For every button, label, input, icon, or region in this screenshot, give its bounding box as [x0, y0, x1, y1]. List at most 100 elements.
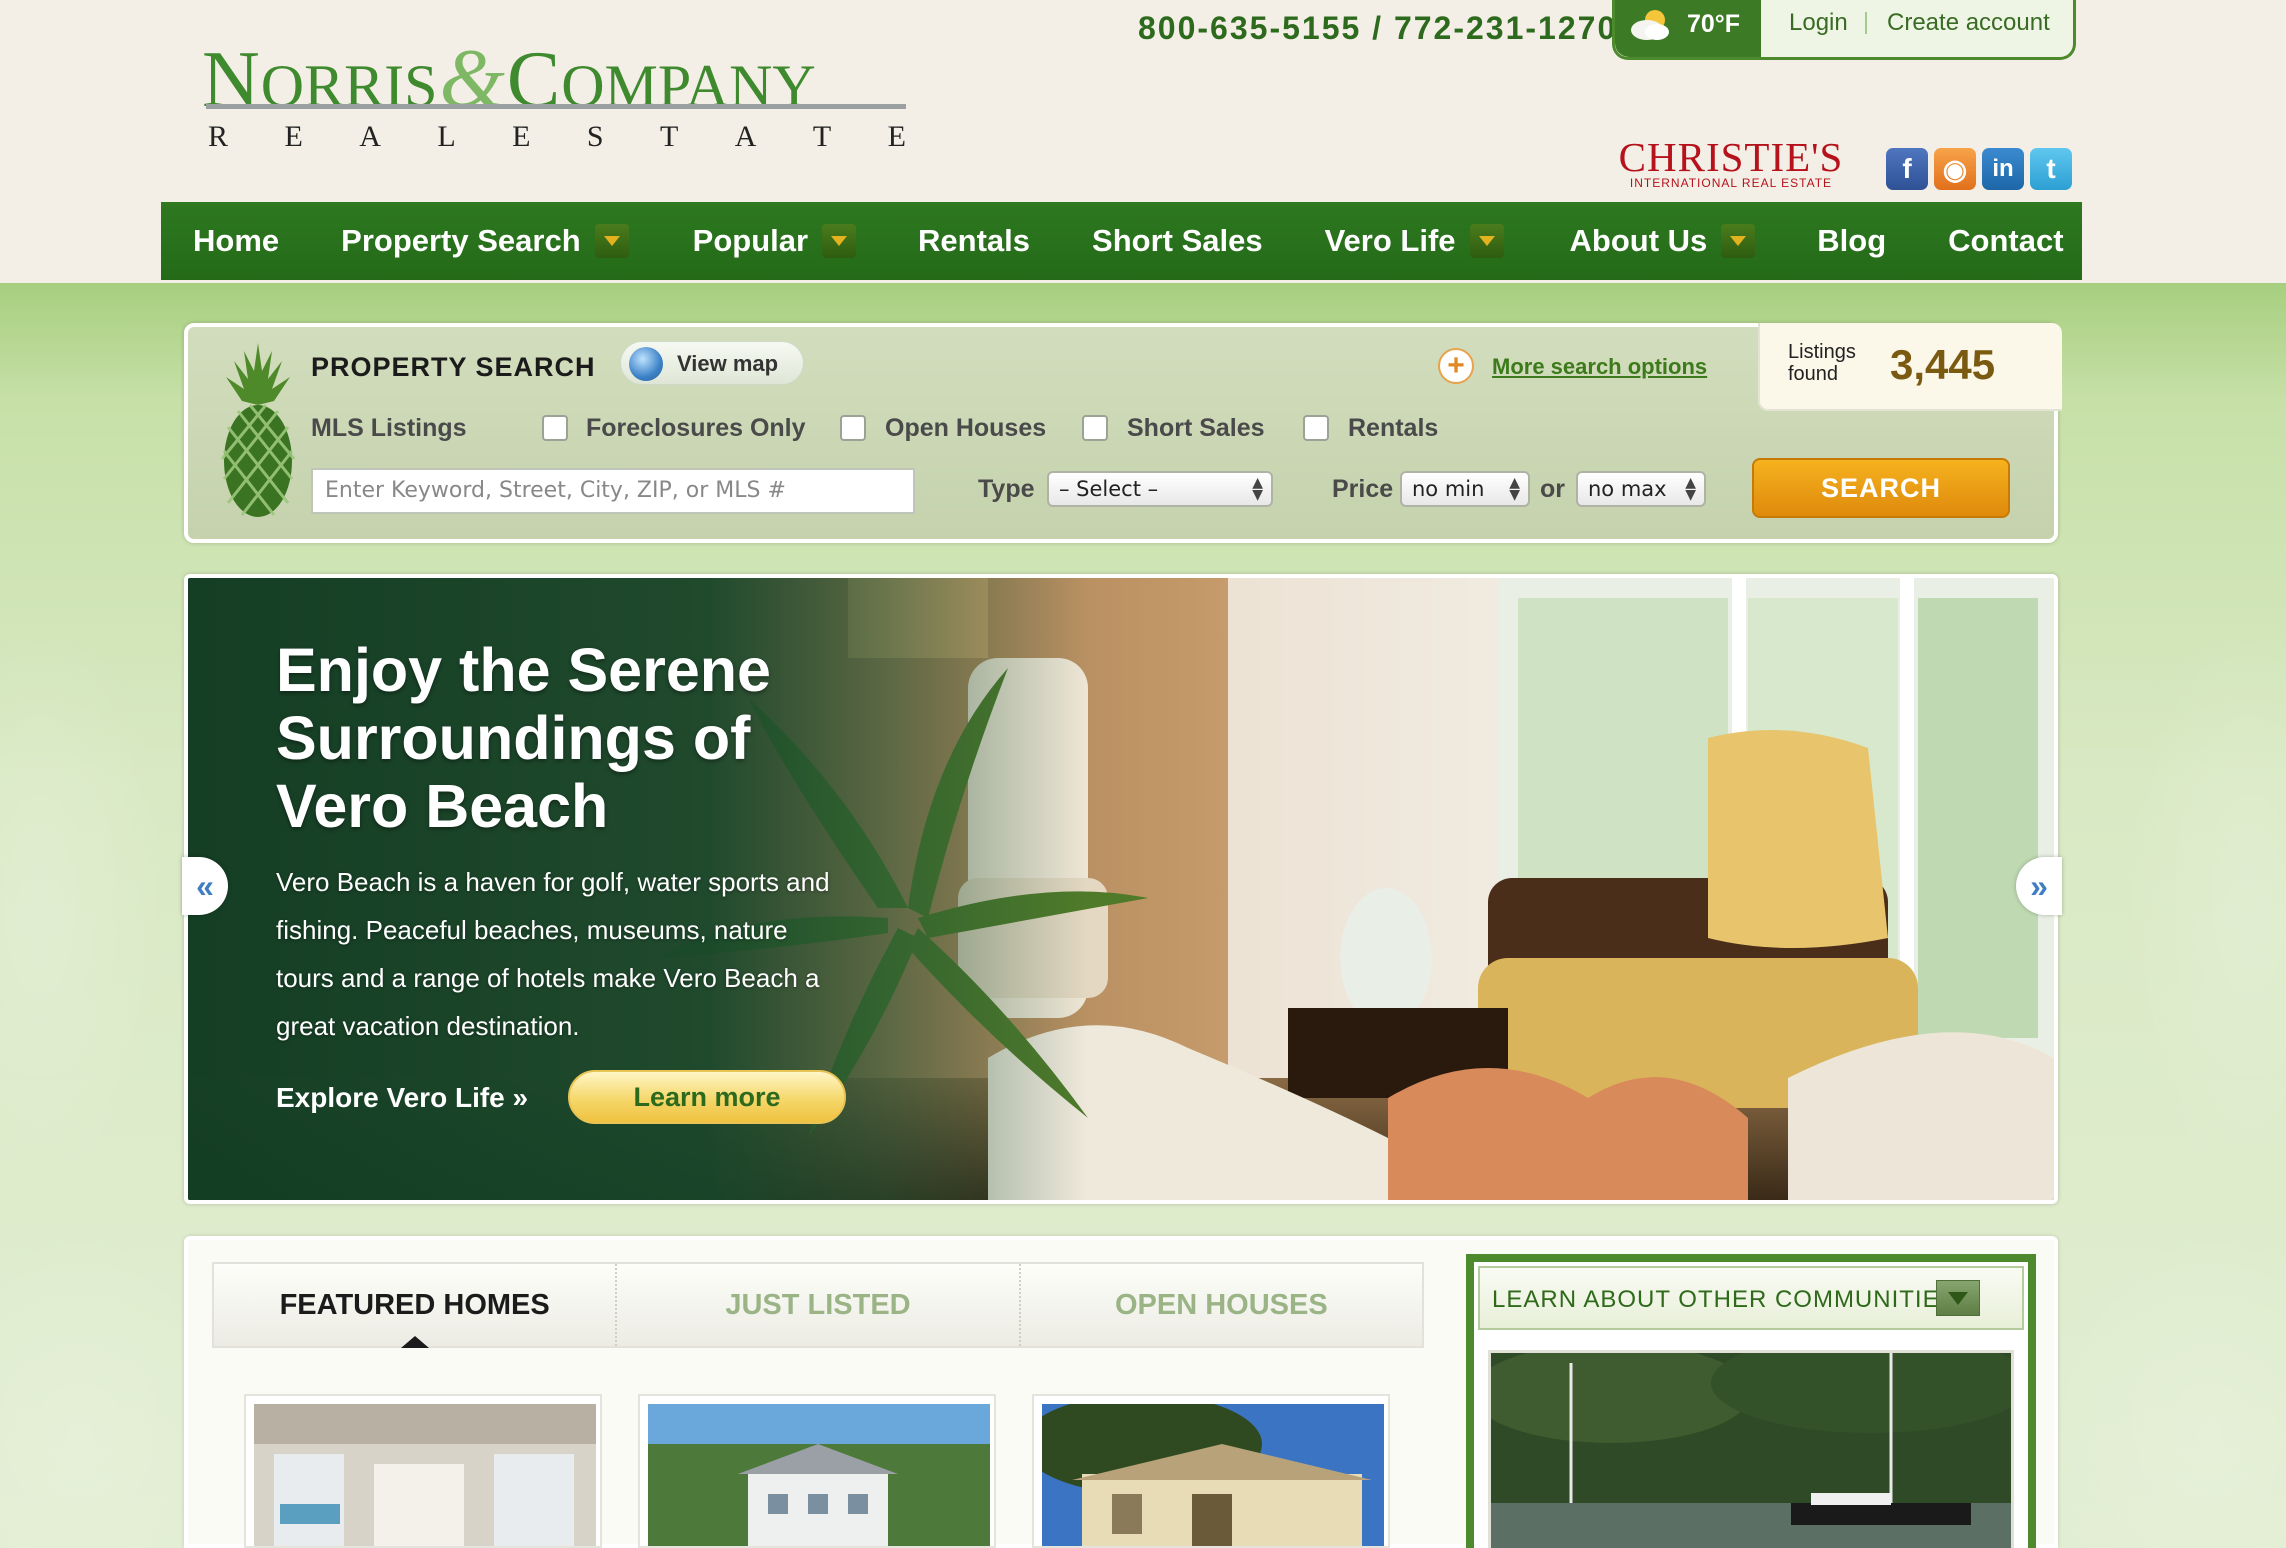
type-select[interactable]: – Select – ▲ ▼: [1047, 471, 1273, 507]
logo-subtitle: R E A L E S T A T E: [208, 120, 908, 154]
or-label: or: [1540, 475, 1565, 503]
logo-letter: N: [202, 36, 261, 124]
nav-item-label: Popular: [692, 223, 809, 258]
christies-logo[interactable]: CHRISTIE'S INTERNATIONAL REAL ESTATE: [1600, 134, 1862, 191]
property-search-title: PROPERTY SEARCH: [311, 352, 596, 382]
search-button[interactable]: SEARCH: [1752, 458, 2010, 518]
tab-just-listed[interactable]: JUST LISTED: [615, 1264, 1018, 1346]
communities-widget: LEARN ABOUT OTHER COMMUNITIES: [1466, 1254, 2036, 1548]
nav-item-vero-life[interactable]: Vero Life: [1325, 202, 1504, 280]
rss-icon[interactable]: ◉: [1934, 148, 1976, 190]
nav-item-label: Rentals: [918, 223, 1031, 258]
marina-photo: [1491, 1353, 2011, 1548]
twitter-icon[interactable]: t: [2030, 148, 2072, 190]
company-logo[interactable]: N ORRIS & C OMPANY R E A L E S T A T E: [202, 30, 922, 160]
keyword-search-input[interactable]: Enter Keyword, Street, City, ZIP, or MLS…: [311, 468, 915, 514]
community-photo[interactable]: [1488, 1350, 2014, 1548]
partly-cloudy-icon: [1631, 10, 1669, 40]
search-filters: MLS Listings Foreclosures Only Open Hous…: [311, 412, 1691, 448]
mls-listings-label: MLS Listings: [311, 414, 467, 442]
nav-item-popular[interactable]: Popular: [692, 202, 857, 280]
listing-photo: [648, 1404, 990, 1546]
nav-item-label: Vero Life: [1324, 223, 1456, 258]
nav-item-home[interactable]: Home: [193, 202, 279, 280]
logo-sub-letter: E: [512, 120, 533, 153]
nav-item-contact[interactable]: Contact: [1948, 202, 2063, 280]
nav-item-about-us[interactable]: About Us: [1570, 202, 1756, 280]
chevron-down-icon[interactable]: [594, 224, 629, 258]
account-bar: 70°F Login Create account: [1612, 0, 2076, 60]
select-arrows-icon: ▲ ▼: [1252, 475, 1263, 503]
tab-open-houses[interactable]: OPEN HOUSES: [1018, 1264, 1422, 1346]
price-label: Price: [1332, 475, 1394, 503]
logo-sub-letter: A: [734, 120, 759, 153]
foreclosures-checkbox[interactable]: [542, 415, 568, 441]
communities-heading: LEARN ABOUT OTHER COMMUNITIES: [1492, 1286, 1957, 1313]
logo-ampersand: &: [439, 32, 505, 125]
nav-item-label: Blog: [1817, 223, 1887, 258]
open-houses-checkbox[interactable]: [840, 415, 866, 441]
chevron-down-icon[interactable]: [1721, 224, 1756, 258]
price-min-select[interactable]: no min ▲ ▼: [1400, 471, 1530, 507]
view-map-button[interactable]: View map: [620, 341, 804, 385]
nav-item-blog[interactable]: Blog: [1817, 202, 1886, 280]
pineapple-icon: [220, 343, 296, 517]
nav-item-short-sales[interactable]: Short Sales: [1092, 202, 1263, 280]
weather-widget: 70°F: [1615, 0, 1761, 57]
price-max-select[interactable]: no max ▲ ▼: [1576, 471, 1706, 507]
logo-sub-letter: T: [659, 120, 681, 153]
listing-tabs: FEATURED HOMES JUST LISTED OPEN HOUSES: [212, 1262, 1424, 1348]
listing-card[interactable]: [244, 1394, 602, 1548]
listing-photo: [1042, 1404, 1384, 1546]
plus-icon: +: [1438, 348, 1474, 384]
listing-card[interactable]: [638, 1394, 996, 1548]
chevron-down-icon[interactable]: [1936, 1280, 1980, 1316]
more-search-options-link[interactable]: + More search options: [1438, 347, 1718, 387]
social-links: f ◉ in t: [1886, 148, 2072, 190]
facebook-icon[interactable]: f: [1886, 148, 1928, 190]
hero-title: Enjoy the Serene Surroundings of Vero Be…: [276, 636, 771, 840]
globe-icon: [629, 347, 663, 381]
chevron-down-icon[interactable]: [822, 224, 857, 258]
select-arrows-icon: ▲ ▼: [1509, 475, 1520, 503]
logo-sub-letter: E: [887, 120, 908, 153]
phone-numbers: 800-635-5155 / 772-231-1270: [1138, 10, 1618, 46]
nav-item-label: Short Sales: [1092, 223, 1263, 258]
login-link[interactable]: Login: [1789, 9, 1848, 37]
hero-description: Vero Beach is a haven for golf, water sp…: [276, 867, 830, 1041]
property-search-panel: PROPERTY SEARCH View map + More search o…: [184, 323, 2062, 543]
chevron-down-icon[interactable]: [1469, 224, 1504, 258]
nav-item-property-search[interactable]: Property Search: [341, 202, 629, 280]
logo-sub-letter: E: [284, 120, 305, 153]
explore-vero-life-link[interactable]: Explore Vero Life »: [276, 1082, 528, 1114]
listings-found-box: Listings found 3,445: [1758, 323, 2062, 411]
communities-dropdown[interactable]: LEARN ABOUT OTHER COMMUNITIES: [1478, 1266, 2024, 1330]
listings-count: 3,445: [1890, 341, 1996, 388]
christies-tagline: INTERNATIONAL REAL ESTATE: [1629, 176, 1833, 190]
listings-found-label: Listings found: [1788, 341, 1856, 385]
linkedin-icon[interactable]: in: [1982, 148, 2024, 190]
rentals-label[interactable]: Rentals: [1348, 414, 1438, 443]
listing-card[interactable]: [1032, 1394, 1390, 1548]
nav-item-label: Contact: [1948, 223, 2064, 258]
tab-featured-homes[interactable]: FEATURED HOMES: [214, 1264, 615, 1346]
logo-sub-letter: T: [812, 120, 834, 153]
nav-item-label: About Us: [1569, 223, 1708, 258]
learn-more-button[interactable]: Learn more: [568, 1070, 846, 1124]
christies-name: CHRISTIE'S: [1618, 134, 1844, 180]
logo-word: OMPANY: [561, 53, 816, 119]
short-sales-label[interactable]: Short Sales: [1127, 414, 1265, 443]
divider: [1865, 12, 1867, 34]
hero-slider: Enjoy the Serene Surroundings of Vero Be…: [184, 574, 2058, 1204]
nav-item-rentals[interactable]: Rentals: [918, 202, 1030, 280]
open-houses-label[interactable]: Open Houses: [885, 414, 1046, 443]
nav-item-label: Home: [193, 223, 280, 258]
create-account-link[interactable]: Create account: [1887, 9, 2050, 37]
logo-sub-letter: L: [437, 120, 458, 153]
foreclosures-label[interactable]: Foreclosures Only: [586, 414, 806, 443]
logo-word: ORRIS: [260, 53, 438, 119]
nav-item-label: Property Search: [341, 223, 581, 258]
logo-letter: C: [506, 36, 562, 124]
rentals-checkbox[interactable]: [1303, 415, 1329, 441]
short-sales-checkbox[interactable]: [1082, 415, 1108, 441]
